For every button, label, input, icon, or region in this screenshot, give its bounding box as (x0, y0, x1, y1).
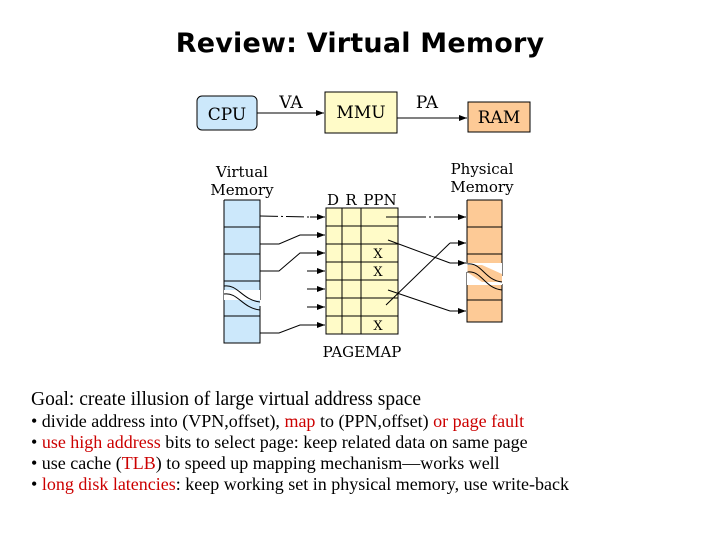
pagemap-label: PAGEMAP (323, 343, 402, 361)
pagemap-ppn-cell: X (373, 247, 383, 262)
highlighted-text: long disk latencies (41, 474, 176, 494)
bullet-text: • (31, 474, 42, 494)
virtual-memory-label-2: Memory (210, 181, 274, 199)
bullet-item: • divide address into (VPN,offset), map … (31, 411, 569, 432)
va-label: VA (278, 93, 303, 113)
bullet-text: : keep working set in physical memory, u… (175, 474, 570, 494)
highlighted-text: TLB (121, 453, 156, 473)
bullet-text: ) to speed up mapping mechanism—works we… (155, 453, 500, 473)
pagemap-col-r: R (345, 191, 357, 209)
bullet-list: Goal: create illusion of large virtual a… (31, 388, 569, 495)
highlighted-text: map (284, 411, 316, 431)
pagemap-col-ppn: PPN (363, 191, 396, 209)
mmu-label: MMU (336, 103, 385, 123)
virtual-memory-column (223, 199, 261, 344)
pagemap-ppn-cell: X (373, 265, 383, 280)
ram-label: RAM (478, 108, 520, 128)
vm-to-pagemap-arrows (259, 214, 325, 334)
virtual-memory-diagram: CPU VA MMU PA RAM Virtual Memory D R PPN… (196, 91, 531, 361)
bullet-item: • long disk latencies: keep working set … (31, 474, 569, 495)
highlighted-text: use high address (41, 432, 161, 452)
cpu-label: CPU (208, 105, 246, 125)
physical-memory-label-1: Physical (451, 160, 514, 178)
physical-memory-column (466, 199, 503, 323)
bullet-text: • use cache ( (31, 453, 122, 473)
highlighted-text: or page fault (433, 411, 525, 431)
pagemap-ppn-cell: X (373, 319, 383, 334)
goal-text: Goal: create illusion of large virtual a… (31, 389, 422, 410)
bullet-text: to (PPN,offset) (315, 411, 434, 431)
bullet-text: bits to select page: keep related data o… (160, 432, 528, 452)
pagemap-col-d: D (327, 191, 339, 209)
pagemap-table: XXX (325, 207, 399, 335)
bullet-text: • divide address into (VPN,offset), (31, 411, 285, 431)
virtual-memory-label-1: Virtual (215, 163, 268, 181)
bullet-text: • (31, 432, 42, 452)
bullet-item: • use cache (TLB) to speed up mapping me… (31, 453, 569, 474)
bullet-item: • use high address bits to select page: … (31, 432, 569, 453)
physical-memory-label-2: Memory (450, 178, 514, 196)
pa-label: PA (416, 93, 439, 113)
